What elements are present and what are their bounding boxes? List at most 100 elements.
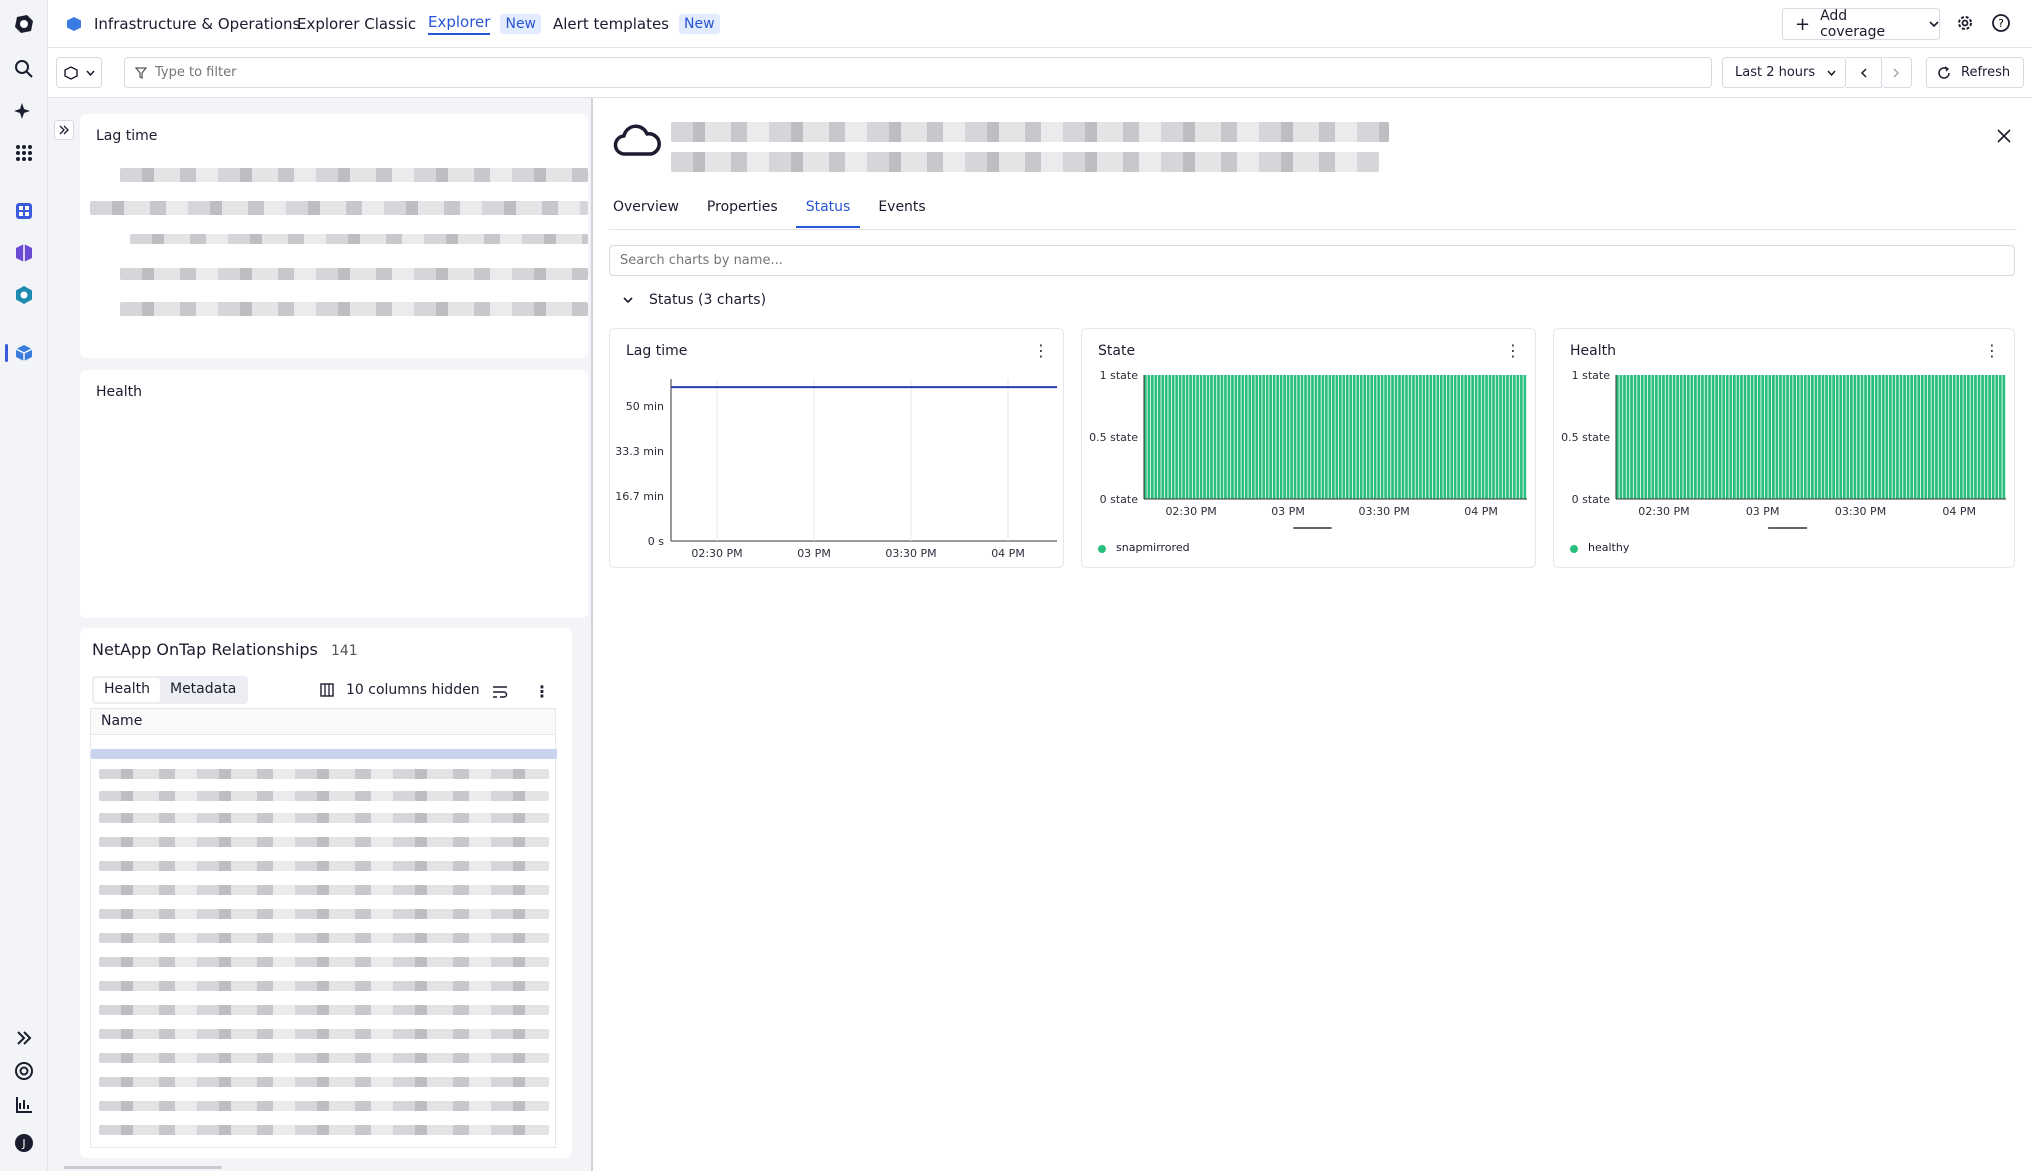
- state-bar: [1619, 375, 1623, 499]
- cloud-icon: [613, 124, 661, 162]
- state-bar: [1761, 375, 1765, 499]
- nav-explorer[interactable]: Explorer New: [428, 0, 542, 48]
- table-row[interactable]: [99, 1029, 549, 1039]
- state-bar: [1825, 375, 1828, 499]
- table-row[interactable]: [99, 791, 549, 801]
- table-row[interactable]: [99, 1125, 549, 1135]
- tab-properties[interactable]: Properties: [707, 196, 778, 228]
- columns-hidden-button[interactable]: 10 columns hidden: [320, 682, 480, 698]
- status-section-header[interactable]: Status (3 charts): [623, 292, 766, 308]
- add-coverage-label: Add coverage: [1820, 8, 1886, 40]
- table-row-selected[interactable]: [91, 749, 557, 759]
- next-timeframe-button[interactable]: [1882, 57, 1912, 88]
- state-bar: [1495, 375, 1499, 499]
- help-icon[interactable]: ?: [1992, 14, 2010, 36]
- nav-alert-templates-label: Alert templates: [553, 15, 670, 33]
- state-bar: [1241, 375, 1245, 499]
- expand-rail-icon[interactable]: [12, 1026, 36, 1050]
- timeframe-selector[interactable]: Last 2 hours: [1722, 57, 1846, 88]
- state-bar: [1391, 375, 1394, 499]
- column-header-name[interactable]: Name: [91, 709, 555, 735]
- entity-type-selector[interactable]: [56, 57, 102, 88]
- infrastructure-app-icon[interactable]: [12, 341, 36, 365]
- table-row[interactable]: [99, 1101, 549, 1111]
- table-row[interactable]: [99, 981, 549, 991]
- state-bar: [1485, 375, 1488, 499]
- expand-panel-button[interactable]: [54, 120, 74, 140]
- table-row[interactable]: [99, 813, 549, 823]
- nav-explorer-classic[interactable]: Explorer Classic: [297, 0, 416, 48]
- close-icon[interactable]: [1997, 128, 2011, 147]
- state-bar: [1265, 375, 1269, 499]
- state-bar: [1244, 375, 1248, 499]
- support-icon[interactable]: [12, 1059, 36, 1083]
- apps-grid-icon[interactable]: [12, 141, 36, 165]
- previous-timeframe-button[interactable]: [1846, 57, 1882, 88]
- chart-search-input[interactable]: [620, 253, 2000, 268]
- table-row[interactable]: [99, 769, 549, 779]
- tab-health[interactable]: Health: [94, 678, 160, 702]
- refresh-button[interactable]: Refresh: [1926, 57, 2024, 88]
- tab-status[interactable]: Status: [795, 196, 861, 228]
- table-row[interactable]: [99, 837, 549, 847]
- chart-icon[interactable]: [12, 1093, 36, 1117]
- state-bar: [1637, 375, 1641, 499]
- state-bar: [2002, 375, 2006, 499]
- state-bar: [1238, 375, 1241, 499]
- user-avatar-icon[interactable]: J: [12, 1131, 36, 1155]
- legend-label[interactable]: healthy: [1588, 541, 1629, 554]
- table-row[interactable]: [99, 1077, 549, 1087]
- sparkle-icon[interactable]: [12, 99, 36, 123]
- app-title-item[interactable]: Infrastructure & Operations: [66, 0, 300, 48]
- state-bar: [1338, 375, 1342, 499]
- table-row[interactable]: [99, 957, 549, 967]
- state-bar: [1157, 375, 1161, 499]
- hexagon-app-icon[interactable]: [12, 283, 36, 307]
- state-bar: [1665, 375, 1669, 499]
- table-row[interactable]: [99, 1053, 549, 1063]
- logo-icon[interactable]: [12, 12, 36, 36]
- search-icon[interactable]: [12, 57, 36, 81]
- state-bar: [1419, 375, 1422, 499]
- state-bar: [1373, 375, 1377, 499]
- chart-search-box[interactable]: [609, 245, 2015, 276]
- cube-app-icon[interactable]: [12, 241, 36, 265]
- wrap-lines-icon[interactable]: [492, 684, 508, 703]
- table-row[interactable]: [99, 933, 549, 943]
- settings-icon[interactable]: [1956, 14, 1974, 36]
- filter-input-box[interactable]: [124, 57, 1712, 88]
- state-bar: [1154, 375, 1158, 499]
- horizontal-scrollbar[interactable]: [64, 1166, 222, 1169]
- state-bar: [1630, 375, 1633, 499]
- state-bar: [1394, 375, 1398, 499]
- table-row[interactable]: [99, 861, 549, 871]
- tab-overview[interactable]: Overview: [613, 196, 679, 228]
- tab-metadata[interactable]: Metadata: [160, 678, 246, 702]
- blurred-content: [120, 268, 588, 280]
- dashboard-app-icon[interactable]: [12, 199, 36, 223]
- state-bar: [1683, 375, 1687, 499]
- state-bar: [1878, 375, 1882, 499]
- table-row[interactable]: [99, 1005, 549, 1015]
- state-bar: [1258, 375, 1262, 499]
- state-bar: [1640, 375, 1644, 499]
- state-bar: [1860, 375, 1864, 499]
- state-bar: [1910, 375, 1914, 499]
- table-row[interactable]: [99, 909, 549, 919]
- add-coverage-button[interactable]: + Add coverage: [1782, 8, 1940, 40]
- table-row[interactable]: [99, 885, 549, 895]
- state-bar: [1488, 375, 1492, 499]
- y-tick-label: 0 s: [648, 535, 664, 548]
- more-options-icon[interactable]: ⋮: [534, 682, 550, 701]
- filter-input[interactable]: [155, 65, 1655, 80]
- state-bar: [1356, 375, 1360, 499]
- state-bar: [1789, 375, 1793, 499]
- state-bar: [1370, 375, 1373, 499]
- state-bar: [1942, 375, 1945, 499]
- state-bar: [1276, 375, 1279, 499]
- legend-label[interactable]: snapmirrored: [1116, 541, 1190, 554]
- nav-alert-templates[interactable]: Alert templates New: [553, 0, 720, 48]
- tab-events[interactable]: Events: [878, 196, 925, 228]
- state-bar: [1248, 375, 1252, 499]
- columns-icon: [320, 683, 334, 697]
